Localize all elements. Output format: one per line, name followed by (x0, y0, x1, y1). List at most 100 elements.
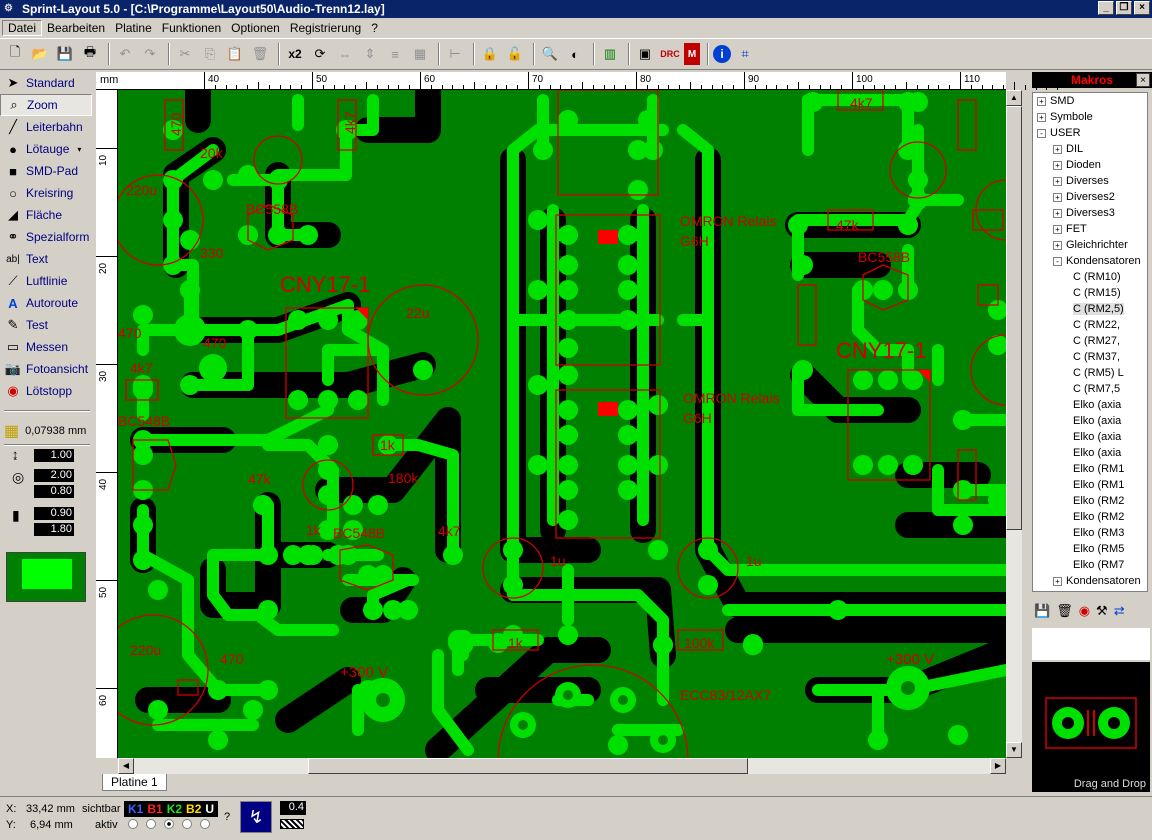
tree-item[interactable]: C (RM7,5 (1033, 381, 1147, 397)
info-icon[interactable]: i (713, 45, 731, 63)
delete-macro-icon[interactable]: 🗑 (1056, 603, 1073, 619)
tree-item[interactable]: + Diverses2 (1033, 189, 1147, 205)
tree-item[interactable]: Elko (axia (1033, 445, 1147, 461)
zoom-magnifier-icon[interactable]: 🔍 (539, 43, 561, 65)
tree-item[interactable]: + FET (1033, 221, 1147, 237)
tree-expander-icon[interactable]: + (1053, 576, 1062, 586)
tree-item[interactable]: C (RM37, (1033, 349, 1147, 365)
paste-icon[interactable]: 📋 (224, 43, 246, 65)
radio-b2[interactable] (182, 819, 192, 829)
save-macro-icon[interactable]: 💾 (1034, 603, 1050, 619)
undo-icon[interactable]: ↶ (114, 43, 136, 65)
tree-expander-icon[interactable]: + (1053, 224, 1062, 234)
radio-k1[interactable] (128, 819, 138, 829)
pad-outer-field[interactable]: 2.00 (34, 469, 74, 482)
menu-optionen[interactable]: Optionen (226, 21, 285, 35)
tree-item[interactable]: Elko (RM1 (1033, 461, 1147, 477)
scroll-down-button[interactable]: ▼ (1006, 742, 1022, 758)
close-button[interactable]: × (1134, 1, 1150, 15)
menu-registrierung[interactable]: Registrierung (285, 21, 366, 35)
macro-m-icon[interactable]: M (684, 43, 700, 65)
info-chip-icon[interactable]: ▣ (634, 43, 656, 65)
open-folder-icon[interactable]: 📂 (29, 43, 51, 65)
redo-icon[interactable]: ↷ (139, 43, 161, 65)
tree-item[interactable]: Elko (RM5 (1033, 541, 1147, 557)
menu-bearbeiten[interactable]: Bearbeiten (42, 21, 110, 35)
tree-expander-icon[interactable]: + (1053, 144, 1062, 154)
tool-fotoansicht[interactable]: 📷 Fotoansicht (0, 358, 92, 380)
tool-luftlinie[interactable]: ⟋ Luftlinie (0, 270, 92, 292)
tree-item[interactable]: Elko (RM2 (1033, 493, 1147, 509)
layer-toggle[interactable]: K1 (126, 802, 145, 816)
menu-datei[interactable]: Datei (2, 20, 43, 36)
autoroute-mode-icon[interactable]: ↯ (240, 801, 272, 833)
fill-pattern-icon[interactable] (280, 819, 304, 829)
tree-item[interactable]: Elko (RM1 (1033, 477, 1147, 493)
track-width-field[interactable]: 1.00 (34, 449, 74, 462)
tree-item[interactable]: Elko (RM3 (1033, 525, 1147, 541)
duplicate-button[interactable]: x2 (284, 43, 306, 65)
tree-item[interactable]: + DIL (1033, 141, 1147, 157)
macro-preview[interactable]: Drag and Drop (1032, 662, 1150, 792)
radio-u[interactable] (200, 819, 210, 829)
active-layer-radios[interactable] (124, 819, 214, 829)
tool-messen[interactable]: ▭ Messen (0, 336, 92, 358)
tool-flaeche[interactable]: ◢ Fläche (0, 204, 92, 226)
macro-tool-icon[interactable]: ⚒ (1096, 603, 1108, 619)
rotate-icon[interactable]: ⟳ (309, 43, 331, 65)
tree-expander-icon[interactable]: + (1053, 208, 1062, 218)
tree-expander-icon[interactable]: - (1037, 128, 1046, 138)
tree-item[interactable]: C (RM2,5) (1033, 301, 1147, 317)
tree-expander-icon[interactable]: + (1037, 96, 1046, 106)
horizontal-scroll-thumb[interactable] (308, 758, 748, 774)
tool-autoroute[interactable]: A Autoroute (0, 292, 92, 314)
cut-icon[interactable]: ✂ (174, 43, 196, 65)
tree-expander-icon[interactable]: + (1053, 192, 1062, 202)
tool-zoom[interactable]: ⌕ Zoom (0, 94, 92, 116)
mirror-v-icon[interactable]: ⇕ (359, 43, 381, 65)
vertical-scrollbar[interactable]: ▲ ▼ (1006, 90, 1022, 758)
radio-b1[interactable] (146, 819, 156, 829)
copy-icon[interactable]: ⎘ (199, 43, 221, 65)
tree-item[interactable]: C (RM27, (1033, 333, 1147, 349)
makros-tree[interactable]: + SMD + Symbole - USER + DIL + Dioden + Diverses + Di… (1032, 92, 1148, 592)
line-width-field[interactable]: 0.4 (280, 801, 306, 815)
tree-expander-icon[interactable]: + (1053, 240, 1062, 250)
lock-icon[interactable]: 🔒 (479, 43, 501, 65)
scroll-left-button[interactable]: ◀ (118, 758, 134, 774)
new-file-icon[interactable]: 🗋 (4, 43, 26, 65)
crop-icon[interactable]: ⌗ (734, 43, 756, 65)
layer-toggle[interactable]: B1 (145, 802, 164, 816)
group-icon[interactable]: ▦ (409, 43, 431, 65)
pad-inner-field[interactable]: 0.80 (34, 485, 74, 498)
layer-help[interactable]: ? (224, 811, 230, 823)
tool-spezialform[interactable]: ⚭ Spezialform (0, 226, 92, 248)
tab-platine-1[interactable]: Platine 1 (102, 774, 167, 791)
delete-icon[interactable]: 🗑 (249, 43, 271, 65)
save-icon[interactable]: 💾 (54, 43, 76, 65)
layer-visibility[interactable]: K1 B1 K2 B2 U (124, 801, 219, 817)
tool-leiterbahn[interactable]: ╱ Leiterbahn (0, 116, 92, 138)
menu-funktionen[interactable]: Funktionen (157, 21, 226, 35)
tool-test[interactable]: ✎ Test (0, 314, 92, 336)
tree-expander-icon[interactable]: + (1037, 112, 1046, 122)
tree-item[interactable]: Elko (axia (1033, 413, 1147, 429)
menu-help[interactable]: ? (366, 21, 383, 35)
tree-item[interactable]: C (RM5) L (1033, 365, 1147, 381)
tree-item[interactable]: - USER (1033, 125, 1147, 141)
vertical-scroll-thumb[interactable] (1006, 106, 1022, 530)
tree-expander-icon[interactable]: + (1053, 176, 1062, 186)
scroll-right-button[interactable]: ▶ (990, 758, 1006, 774)
tree-expander-icon[interactable]: + (1053, 160, 1062, 170)
tool-loetstopp[interactable]: ◉ Lötstopp (0, 380, 92, 402)
tree-item[interactable]: C (RM15) (1033, 285, 1147, 301)
radio-k2[interactable] (164, 819, 174, 829)
drc-icon[interactable]: DRC (659, 43, 681, 65)
menu-platine[interactable]: Platine (110, 21, 157, 35)
tool-kreisring[interactable]: ○ Kreisring (0, 182, 92, 204)
minimize-button[interactable]: _ (1098, 1, 1114, 15)
tree-item[interactable]: + Diverses (1033, 173, 1147, 189)
tree-item[interactable]: + Symbole (1033, 109, 1147, 125)
tool-loetauge[interactable]: ● Lötauge ▾ (0, 138, 92, 160)
tree-item[interactable]: C (RM10) (1033, 269, 1147, 285)
